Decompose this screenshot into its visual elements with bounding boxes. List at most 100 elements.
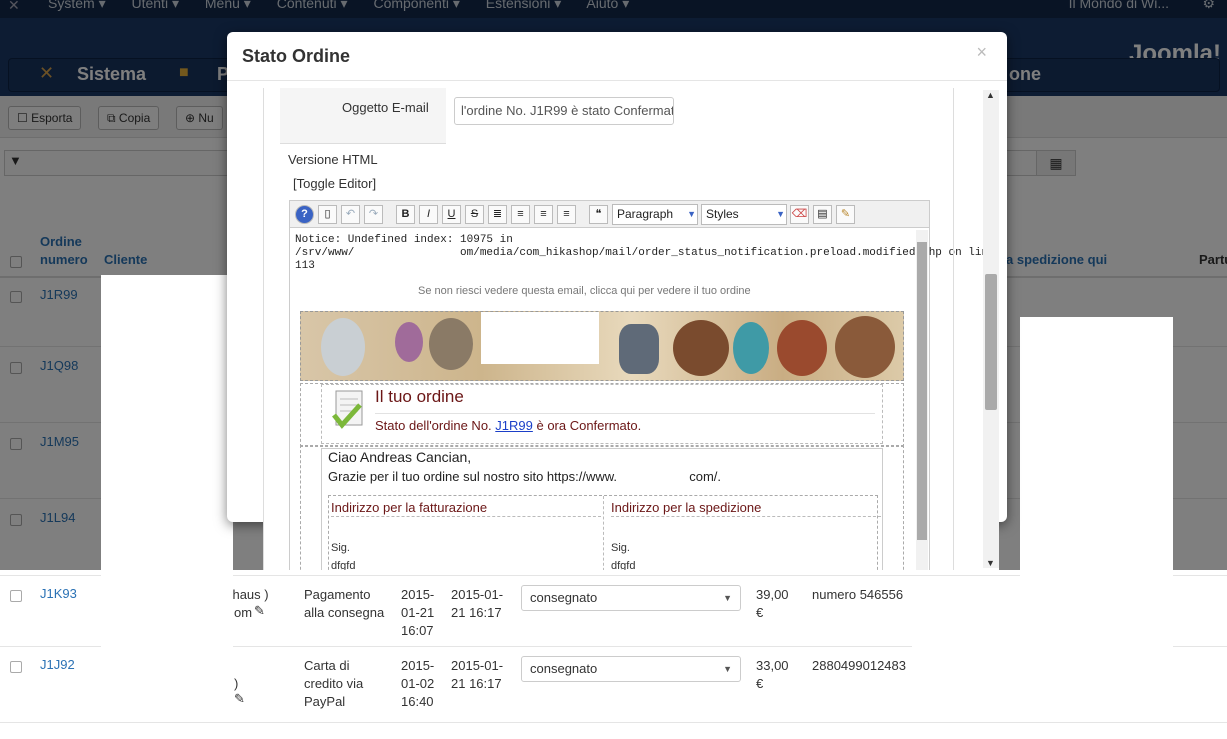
redo-icon[interactable]: ↷ [364,205,383,224]
eraser-icon[interactable]: ⌫ [790,205,809,224]
italic-button[interactable]: I [419,205,438,224]
date-line: 16:40 [401,694,434,709]
editor-scroll-thumb[interactable] [917,242,927,540]
styles-select[interactable]: Styles ▼ [701,204,787,225]
shipping-title: Sig. [611,542,630,554]
date-line: 21 16:17 [451,676,502,691]
view-in-browser-link[interactable]: Se non riesci vedere questa email, clicc… [418,285,751,297]
toggle-editor-link[interactable]: [Toggle Editor] [293,176,376,191]
order-link[interactable]: J1J92 [40,657,75,672]
created-date: 2015- 01-21 16:07 [401,586,434,640]
php-notice: Notice: Undefined index: 10975 in /srv/w… [295,234,995,273]
date-line: 2015-01- [451,658,504,673]
close-icon[interactable]: × [976,42,987,63]
date-line: 2015-01- [451,587,504,602]
modal-scrollbar[interactable]: ▲ ▼ [983,90,999,568]
payment-line: Carta di [304,658,350,673]
redaction-mask [101,275,233,707]
modified-date: 2015-01- 21 16:17 [451,586,503,622]
paragraph-value: Paragraph [617,207,674,221]
email-subject-cell: l'ordine No. J1R99 è stato Confermato [446,88,937,144]
date-line: 2015- [401,587,435,602]
paragraph-select[interactable]: Paragraph ▼ [612,204,698,225]
align-center-icon[interactable]: ≡ [511,205,530,224]
html-editor: ? ▯ ↶ ↷ B I U S ≣ ≡ ≡ ≡ ❝ Paragraph ▼ Sty… [289,200,995,570]
modal-body: Oggetto E-mail l'ordine No. J1R99 è stat… [263,88,999,570]
notice-line: /srv/www/ om/media/com_hikashop/mail/ord… [295,247,995,259]
styles-value: Styles [706,207,739,221]
undo-icon[interactable]: ↶ [341,205,360,224]
cleanup-brush-icon[interactable]: ✎ [836,205,855,224]
order-link[interactable]: J1K93 [40,586,77,601]
scroll-down-icon[interactable]: ▼ [986,558,995,568]
total-line: € [756,676,764,691]
jewel-shape [777,320,827,376]
edit-pencil-icon[interactable]: ✎ [234,690,245,708]
email-subject-value: l'ordine No. J1R99 è stato Confermato [461,103,674,118]
jewel-shape [673,320,729,376]
order-summary-inner: Il tuo ordine Stato dell'ordine No. J1R9… [321,384,883,444]
email-banner-image [300,311,904,381]
shipping-name: dfgfd [611,560,636,570]
created-date: 2015- 01-02 16:40 [401,657,434,711]
greeting-inner: Ciao Andreas Cancian, Grazie per il tuo … [321,448,883,570]
payment-method: Pagamento alla consegna [304,586,384,622]
jewel-shape [429,318,473,370]
order-summary-section: Il tuo ordine Stato dell'ordine No. J1R9… [300,383,904,447]
redaction-mask [912,587,1061,698]
html-version-label: Versione HTML [288,152,378,167]
modal-header: Stato Ordine × [227,32,1007,81]
modified-date: 2015-01- 21 16:17 [451,657,503,693]
email-subject-input[interactable]: l'ordine No. J1R99 è stato Confermato [454,97,674,125]
greeting-text: Ciao Andreas Cancian, [328,449,472,465]
notice-line: 113 [295,260,315,272]
edit-pencil-icon[interactable]: ✎ [254,602,265,620]
caret-down-icon: ▼ [776,209,785,219]
billing-name: dfgfd [331,560,356,570]
order-status-modal: Stato Ordine × Oggetto E-mail l'ordine N… [227,32,1007,570]
help-icon[interactable]: ? [295,205,314,224]
shipping-header: Indirizzo per la spedizione [611,500,762,515]
email-subject-row: Oggetto E-mail l'ordine No. J1R99 è stat… [280,88,937,144]
table-icon[interactable]: ▤ [813,205,832,224]
tracking-number: numero 546556 [812,587,904,602]
underline-button[interactable]: U [442,205,461,224]
order-status-text: Stato dell'ordine No. J1R99 è ora Confer… [375,418,641,433]
blockquote-button[interactable]: ❝ [589,205,608,224]
row-divider [0,722,1227,723]
tracking-number: 2880499012483 [812,658,906,673]
date-line: 01-02 [401,676,435,691]
jewel-shape [835,316,895,378]
status-select[interactable]: consegnato ▼ [521,585,741,611]
editor-scrollbar[interactable] [916,230,928,570]
divider [331,516,601,517]
scroll-up-icon[interactable]: ▲ [986,90,995,100]
date-line: 21 16:17 [451,605,502,620]
order-number-link[interactable]: J1R99 [495,418,533,433]
redaction-mask [481,312,599,364]
status-select[interactable]: consegnato ▼ [521,656,741,682]
billing-header: Indirizzo per la fatturazione [331,500,488,515]
thanks-text: Grazie per il tuo ordine sul nostro sito… [328,469,722,484]
address-table: Indirizzo per la fatturazione Sig. dfgfd… [328,495,881,570]
caret-down-icon: ▼ [723,664,732,674]
strikethrough-button[interactable]: S [465,205,484,224]
align-right-icon[interactable]: ≡ [557,205,576,224]
payment-line: PayPal [304,694,346,709]
row-checkbox[interactable] [10,661,22,673]
row-checkbox[interactable] [10,590,22,602]
modal-body-border [953,88,954,570]
total-line: 33,00 [756,658,789,673]
bold-button[interactable]: B [396,205,415,224]
new-document-icon[interactable]: ▯ [318,205,337,224]
editor-toolbar: ? ▯ ↶ ↷ B I U S ≣ ≡ ≡ ≡ ❝ Paragraph ▼ Sty… [290,201,929,228]
align-justify-icon[interactable]: ≣ [488,205,507,224]
modal-title: Stato Ordine [242,46,351,66]
status-prefix: Stato dell'ordine No. [375,418,496,433]
status-suffix: è ora Confermato. [532,418,642,433]
payment-line: Pagamento [304,587,371,602]
date-line: 2015- [401,658,435,673]
jewel-shape [321,318,365,376]
align-left-icon[interactable]: ≡ [534,205,553,224]
modal-scroll-thumb[interactable] [985,274,997,410]
